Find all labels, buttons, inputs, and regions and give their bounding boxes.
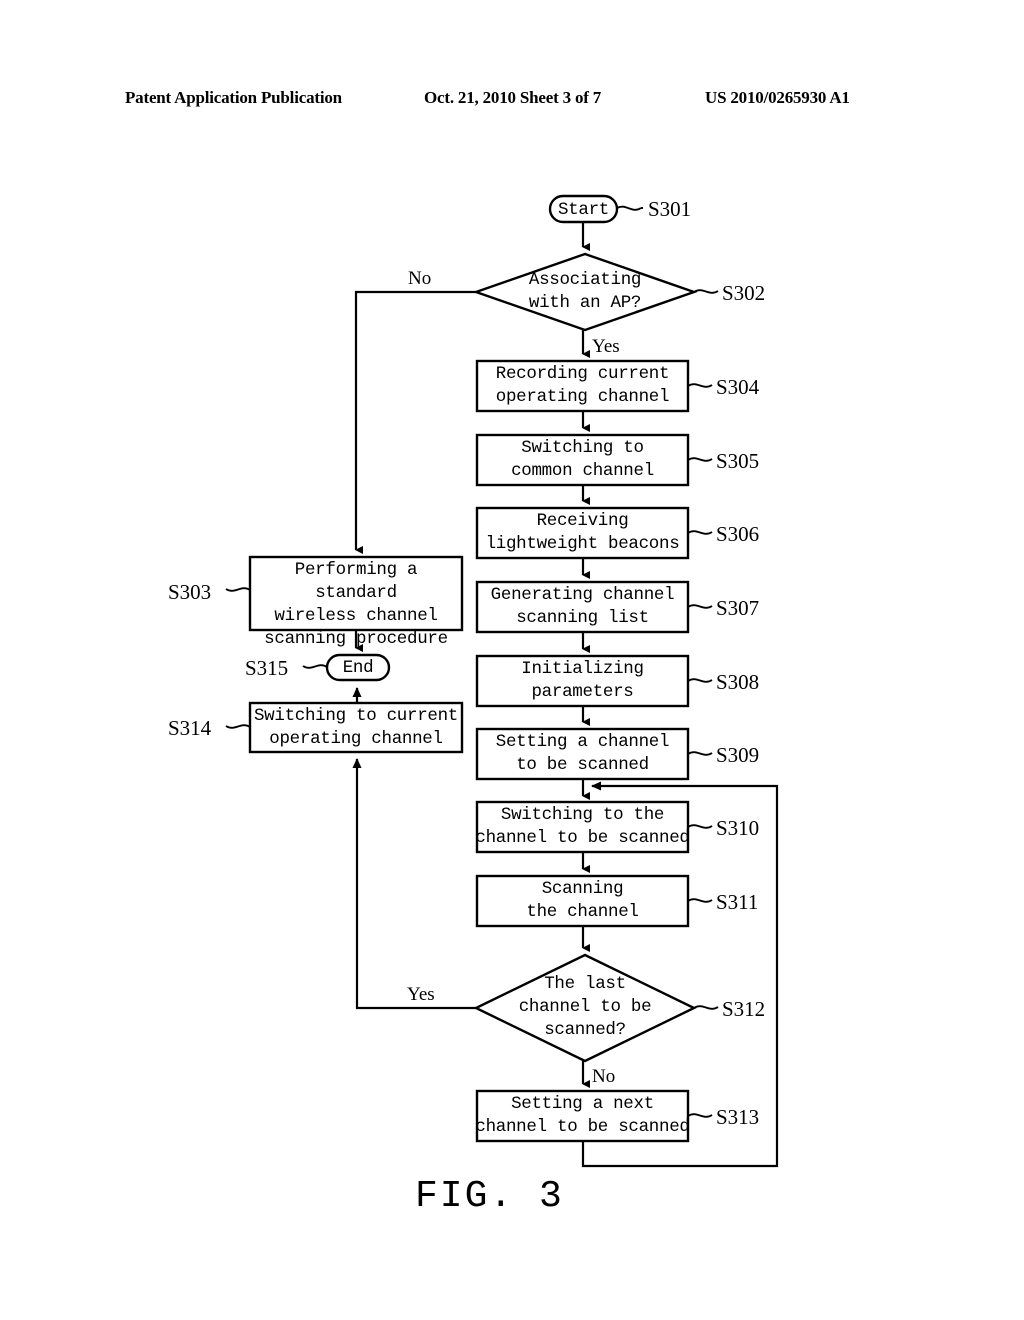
node-shape-s306 (475, 506, 690, 560)
step-tag-s314: S314 (168, 716, 212, 740)
node-shape-end (325, 653, 391, 682)
node-shape-s310 (475, 800, 690, 854)
step-tag-s301: S301 (648, 197, 692, 221)
step-tag-s313: S313 (716, 1105, 760, 1129)
leader-s315 (302, 664, 328, 669)
connector-s302-s303 (354, 290, 476, 554)
step-tag-s302: S302 (722, 281, 766, 305)
leader-s311 (687, 898, 713, 903)
flowchart-svg (225, 194, 779, 1168)
node-shape-s314 (248, 701, 464, 754)
leader-s306 (687, 530, 713, 535)
step-tag-s310: S310 (716, 816, 760, 840)
node-shape-s313 (475, 1089, 690, 1143)
leader-s307 (687, 604, 713, 609)
node-shape-s307 (475, 580, 690, 634)
leader-s313 (687, 1113, 713, 1118)
node-shape-s302 (472, 252, 698, 332)
node-shape-s309 (475, 727, 690, 781)
leader-s301 (616, 205, 642, 211)
step-tag-s309: S309 (716, 743, 760, 767)
node-shape-s303 (248, 555, 464, 632)
branch-label-s302-no: No (408, 268, 432, 289)
node-shape-s312 (473, 953, 697, 1063)
step-tag-s305: S305 (716, 449, 760, 473)
branch-label-s312-yes: Yes (407, 984, 435, 1005)
step-tag-s312: S312 (722, 997, 766, 1021)
step-tag-s306: S306 (716, 522, 760, 546)
leader-s310 (687, 824, 713, 829)
leader-s303 (225, 587, 251, 592)
node-shape-s304 (475, 359, 690, 413)
leader-s312 (693, 1005, 719, 1010)
leader-s302 (693, 289, 719, 294)
node-shape-s308 (475, 654, 690, 708)
leader-s314 (225, 724, 251, 729)
step-tag-s308: S308 (716, 670, 760, 694)
figure-caption: FIG. 3 (415, 1175, 564, 1218)
leader-s304 (687, 383, 713, 388)
step-tag-s315: S315 (245, 656, 289, 680)
step-tag-s303: S303 (168, 580, 212, 604)
step-tag-s307: S307 (716, 596, 760, 620)
leader-s308 (687, 678, 713, 683)
leader-s309 (687, 751, 713, 756)
step-tag-s311: S311 (716, 890, 759, 914)
flowchart-diagram: Start S301 Associating with an AP? S302 … (0, 0, 1024, 1320)
node-shape-start (548, 194, 619, 224)
step-tag-s304: S304 (716, 375, 760, 399)
branch-label-s312-no: No (592, 1066, 616, 1087)
node-shape-s305 (475, 433, 690, 487)
node-shape-s311 (475, 874, 690, 928)
branch-label-s302-yes: Yes (592, 336, 620, 357)
leader-s305 (687, 457, 713, 462)
connector-s312-s314 (352, 758, 476, 1010)
